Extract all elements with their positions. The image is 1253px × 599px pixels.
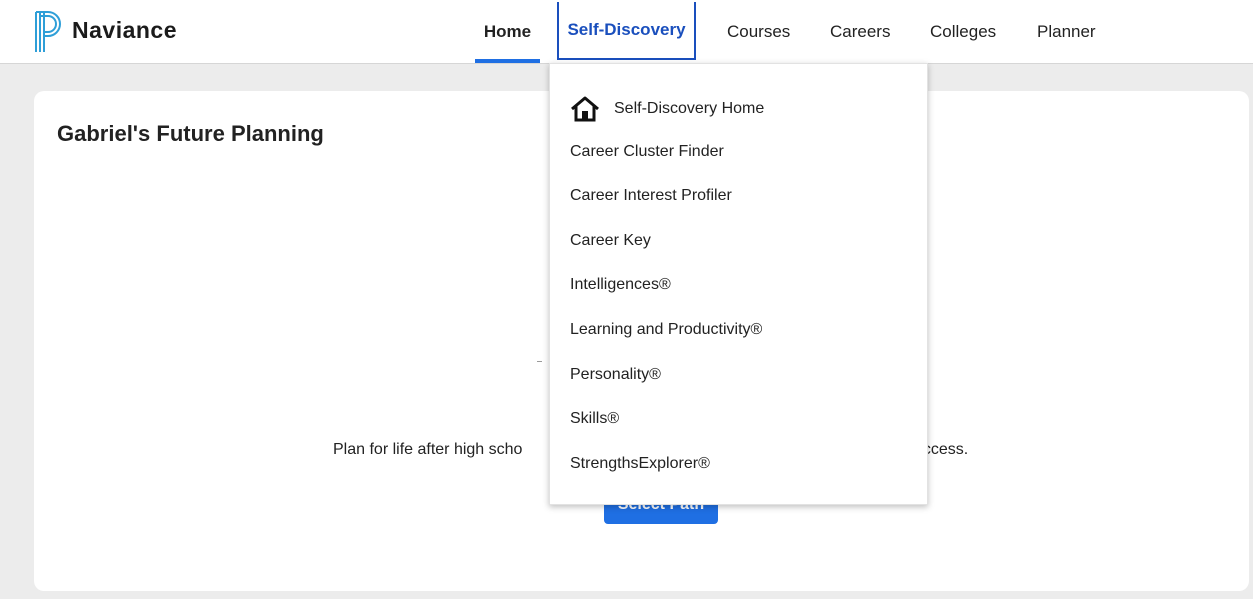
menu-item-personality[interactable]: Personality® (570, 365, 661, 385)
menu-item-career-interest-profiler[interactable]: Career Interest Profiler (570, 186, 732, 206)
menu-item-self-discovery-home[interactable]: Self-Discovery Home (570, 96, 764, 122)
illustration-fragment (537, 361, 542, 362)
menu-item-strengths-explorer[interactable]: StrengthsExplorer® (570, 454, 710, 474)
brand-name[interactable]: Naviance (72, 17, 177, 44)
menu-item-career-cluster-finder[interactable]: Career Cluster Finder (570, 142, 724, 162)
menu-item-intelligences[interactable]: Intelligences® (570, 275, 671, 295)
top-navigation-bar: Naviance Home Self-Discovery Courses Car… (0, 0, 1253, 64)
menu-item-label: Self-Discovery Home (614, 100, 765, 117)
nav-home-label: Home (483, 22, 532, 41)
page-title: Gabriel's Future Planning (57, 121, 324, 146)
nav-home[interactable]: Home (475, 0, 540, 63)
nav-courses[interactable]: Courses (727, 0, 790, 63)
nav-planner[interactable]: Planner (1037, 0, 1096, 63)
naviance-logo-icon[interactable] (34, 10, 64, 54)
house-icon (571, 96, 599, 122)
menu-item-learning-productivity[interactable]: Learning and Productivity® (570, 320, 762, 340)
nav-colleges[interactable]: Colleges (930, 0, 996, 63)
nav-self-discovery[interactable]: Self-Discovery (557, 2, 696, 60)
menu-item-career-key[interactable]: Career Key (570, 231, 651, 251)
self-discovery-dropdown-menu: Self-Discovery Home Career Cluster Finde… (549, 63, 928, 505)
nav-careers[interactable]: Careers (830, 0, 890, 63)
card-description-left: Plan for life after high scho (333, 441, 523, 458)
active-tab-indicator (475, 59, 540, 63)
menu-item-skills[interactable]: Skills® (570, 409, 619, 429)
